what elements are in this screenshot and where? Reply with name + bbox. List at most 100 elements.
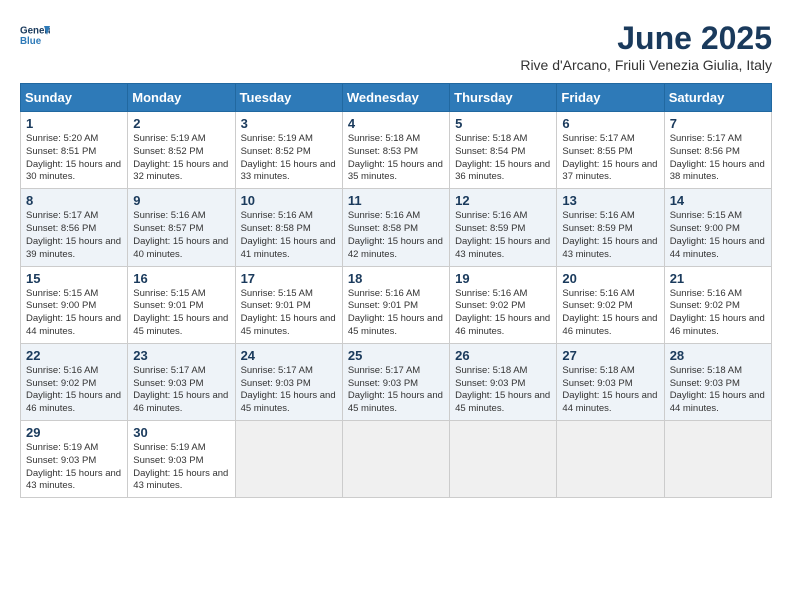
- day-number: 12: [455, 193, 551, 208]
- calendar-cell-3-0: 22 Sunrise: 5:16 AM Sunset: 9:02 PM Dayli…: [21, 343, 128, 420]
- calendar-cell-2-1: 16 Sunrise: 5:15 AM Sunset: 9:01 PM Dayli…: [128, 266, 235, 343]
- cell-info: Sunrise: 5:15 AM Sunset: 9:01 PM Dayligh…: [133, 288, 229, 339]
- cell-info: Sunrise: 5:17 AM Sunset: 9:03 PM Dayligh…: [133, 365, 229, 416]
- day-number: 17: [241, 271, 337, 286]
- cell-info: Sunrise: 5:19 AM Sunset: 9:03 PM Dayligh…: [26, 442, 122, 493]
- logo-icon: General Blue: [20, 20, 50, 50]
- calendar-cell-1-1: 9 Sunrise: 5:16 AM Sunset: 8:57 PM Daylig…: [128, 189, 235, 266]
- day-number: 15: [26, 271, 122, 286]
- calendar-cell-0-4: 5 Sunrise: 5:18 AM Sunset: 8:54 PM Daylig…: [450, 112, 557, 189]
- calendar-cell-1-0: 8 Sunrise: 5:17 AM Sunset: 8:56 PM Daylig…: [21, 189, 128, 266]
- day-number: 3: [241, 116, 337, 131]
- calendar-cell-0-2: 3 Sunrise: 5:19 AM Sunset: 8:52 PM Daylig…: [235, 112, 342, 189]
- cell-info: Sunrise: 5:17 AM Sunset: 8:56 PM Dayligh…: [26, 210, 122, 261]
- calendar-cell-3-5: 27Sunrise: 5:18 AM Sunset: 9:03 PM Dayli…: [557, 343, 664, 420]
- calendar-cell-3-6: 28 Sunrise: 5:18 AM Sunset: 9:03 PM Dayli…: [664, 343, 771, 420]
- calendar-cell-4-3: [342, 421, 449, 498]
- day-number: 29: [26, 425, 122, 440]
- day-number: 28: [670, 348, 766, 363]
- cell-info: Sunrise: 5:18 AM Sunset: 8:54 PM Dayligh…: [455, 133, 551, 184]
- cell-info: Sunrise: 5:19 AM Sunset: 8:52 PM Dayligh…: [241, 133, 337, 184]
- calendar-body: 1Sunrise: 5:20 AM Sunset: 8:51 PM Daylig…: [21, 112, 772, 498]
- calendar-cell-3-4: 26Sunrise: 5:18 AM Sunset: 9:03 PM Dayli…: [450, 343, 557, 420]
- cell-info: Sunrise: 5:17 AM Sunset: 8:55 PM Dayligh…: [562, 133, 658, 184]
- day-number: 25: [348, 348, 444, 363]
- day-number: 11: [348, 193, 444, 208]
- day-number: 5: [455, 116, 551, 131]
- cell-info: Sunrise: 5:16 AM Sunset: 9:01 PM Dayligh…: [348, 288, 444, 339]
- calendar-cell-2-4: 19Sunrise: 5:16 AM Sunset: 9:02 PM Dayli…: [450, 266, 557, 343]
- cell-info: Sunrise: 5:15 AM Sunset: 9:01 PM Dayligh…: [241, 288, 337, 339]
- day-number: 14: [670, 193, 766, 208]
- day-number: 16: [133, 271, 229, 286]
- title-area: June 2025 Rive d'Arcano, Friuli Venezia …: [520, 20, 772, 73]
- calendar-cell-2-2: 17 Sunrise: 5:15 AM Sunset: 9:01 PM Dayli…: [235, 266, 342, 343]
- day-number: 10: [241, 193, 337, 208]
- calendar-week-0: 1Sunrise: 5:20 AM Sunset: 8:51 PM Daylig…: [21, 112, 772, 189]
- weekday-header-tuesday: Tuesday: [235, 84, 342, 112]
- calendar-week-2: 15Sunrise: 5:15 AM Sunset: 9:00 PM Dayli…: [21, 266, 772, 343]
- logo: General Blue: [20, 20, 50, 50]
- weekday-header-friday: Friday: [557, 84, 664, 112]
- cell-info: Sunrise: 5:16 AM Sunset: 9:02 PM Dayligh…: [562, 288, 658, 339]
- calendar-cell-0-0: 1Sunrise: 5:20 AM Sunset: 8:51 PM Daylig…: [21, 112, 128, 189]
- weekday-header-row: SundayMondayTuesdayWednesdayThursdayFrid…: [21, 84, 772, 112]
- cell-info: Sunrise: 5:18 AM Sunset: 9:03 PM Dayligh…: [670, 365, 766, 416]
- cell-info: Sunrise: 5:16 AM Sunset: 8:58 PM Dayligh…: [241, 210, 337, 261]
- cell-info: Sunrise: 5:19 AM Sunset: 8:52 PM Dayligh…: [133, 133, 229, 184]
- day-number: 18: [348, 271, 444, 286]
- calendar-cell-4-4: [450, 421, 557, 498]
- weekday-header-sunday: Sunday: [21, 84, 128, 112]
- cell-info: Sunrise: 5:18 AM Sunset: 8:53 PM Dayligh…: [348, 133, 444, 184]
- calendar-week-3: 22 Sunrise: 5:16 AM Sunset: 9:02 PM Dayli…: [21, 343, 772, 420]
- cell-info: Sunrise: 5:17 AM Sunset: 9:03 PM Dayligh…: [348, 365, 444, 416]
- day-number: 21: [670, 271, 766, 286]
- day-number: 24: [241, 348, 337, 363]
- calendar-cell-2-3: 18 Sunrise: 5:16 AM Sunset: 9:01 PM Dayli…: [342, 266, 449, 343]
- calendar-cell-2-0: 15Sunrise: 5:15 AM Sunset: 9:00 PM Dayli…: [21, 266, 128, 343]
- calendar-table: SundayMondayTuesdayWednesdayThursdayFrid…: [20, 83, 772, 498]
- day-number: 22: [26, 348, 122, 363]
- calendar-week-1: 8 Sunrise: 5:17 AM Sunset: 8:56 PM Daylig…: [21, 189, 772, 266]
- cell-info: Sunrise: 5:16 AM Sunset: 8:57 PM Dayligh…: [133, 210, 229, 261]
- calendar-cell-1-2: 10 Sunrise: 5:16 AM Sunset: 8:58 PM Dayli…: [235, 189, 342, 266]
- calendar-cell-0-5: 6 Sunrise: 5:17 AM Sunset: 8:55 PM Daylig…: [557, 112, 664, 189]
- day-number: 19: [455, 271, 551, 286]
- cell-info: Sunrise: 5:16 AM Sunset: 8:59 PM Dayligh…: [455, 210, 551, 261]
- cell-info: Sunrise: 5:16 AM Sunset: 8:59 PM Dayligh…: [562, 210, 658, 261]
- calendar-cell-1-4: 12 Sunrise: 5:16 AM Sunset: 8:59 PM Dayli…: [450, 189, 557, 266]
- calendar-cell-3-2: 24Sunrise: 5:17 AM Sunset: 9:03 PM Dayli…: [235, 343, 342, 420]
- calendar-cell-1-6: 14 Sunrise: 5:15 AM Sunset: 9:00 PM Dayli…: [664, 189, 771, 266]
- calendar-cell-4-2: [235, 421, 342, 498]
- calendar-cell-2-6: 21 Sunrise: 5:16 AM Sunset: 9:02 PM Dayli…: [664, 266, 771, 343]
- day-number: 6: [562, 116, 658, 131]
- cell-info: Sunrise: 5:20 AM Sunset: 8:51 PM Dayligh…: [26, 133, 122, 184]
- calendar-cell-3-1: 23 Sunrise: 5:17 AM Sunset: 9:03 PM Dayli…: [128, 343, 235, 420]
- day-number: 26: [455, 348, 551, 363]
- calendar-cell-2-5: 20Sunrise: 5:16 AM Sunset: 9:02 PM Dayli…: [557, 266, 664, 343]
- calendar-cell-4-0: 29 Sunrise: 5:19 AM Sunset: 9:03 PM Dayli…: [21, 421, 128, 498]
- calendar-cell-4-6: [664, 421, 771, 498]
- cell-info: Sunrise: 5:17 AM Sunset: 8:56 PM Dayligh…: [670, 133, 766, 184]
- day-number: 8: [26, 193, 122, 208]
- cell-info: Sunrise: 5:15 AM Sunset: 9:00 PM Dayligh…: [670, 210, 766, 261]
- day-number: 30: [133, 425, 229, 440]
- svg-text:Blue: Blue: [20, 36, 42, 47]
- calendar-cell-3-3: 25 Sunrise: 5:17 AM Sunset: 9:03 PM Dayli…: [342, 343, 449, 420]
- calendar-cell-0-3: 4Sunrise: 5:18 AM Sunset: 8:53 PM Daylig…: [342, 112, 449, 189]
- cell-info: Sunrise: 5:19 AM Sunset: 9:03 PM Dayligh…: [133, 442, 229, 493]
- day-number: 2: [133, 116, 229, 131]
- weekday-header-saturday: Saturday: [664, 84, 771, 112]
- header: General Blue June 2025 Rive d'Arcano, Fr…: [20, 20, 772, 73]
- cell-info: Sunrise: 5:16 AM Sunset: 9:02 PM Dayligh…: [26, 365, 122, 416]
- calendar-cell-0-1: 2 Sunrise: 5:19 AM Sunset: 8:52 PM Daylig…: [128, 112, 235, 189]
- day-number: 23: [133, 348, 229, 363]
- calendar-cell-4-1: 30 Sunrise: 5:19 AM Sunset: 9:03 PM Dayli…: [128, 421, 235, 498]
- month-title: June 2025: [520, 20, 772, 57]
- weekday-header-wednesday: Wednesday: [342, 84, 449, 112]
- calendar-cell-0-6: 7Sunrise: 5:17 AM Sunset: 8:56 PM Daylig…: [664, 112, 771, 189]
- calendar-cell-1-5: 13Sunrise: 5:16 AM Sunset: 8:59 PM Dayli…: [557, 189, 664, 266]
- calendar-week-4: 29 Sunrise: 5:19 AM Sunset: 9:03 PM Dayli…: [21, 421, 772, 498]
- cell-info: Sunrise: 5:16 AM Sunset: 9:02 PM Dayligh…: [670, 288, 766, 339]
- day-number: 9: [133, 193, 229, 208]
